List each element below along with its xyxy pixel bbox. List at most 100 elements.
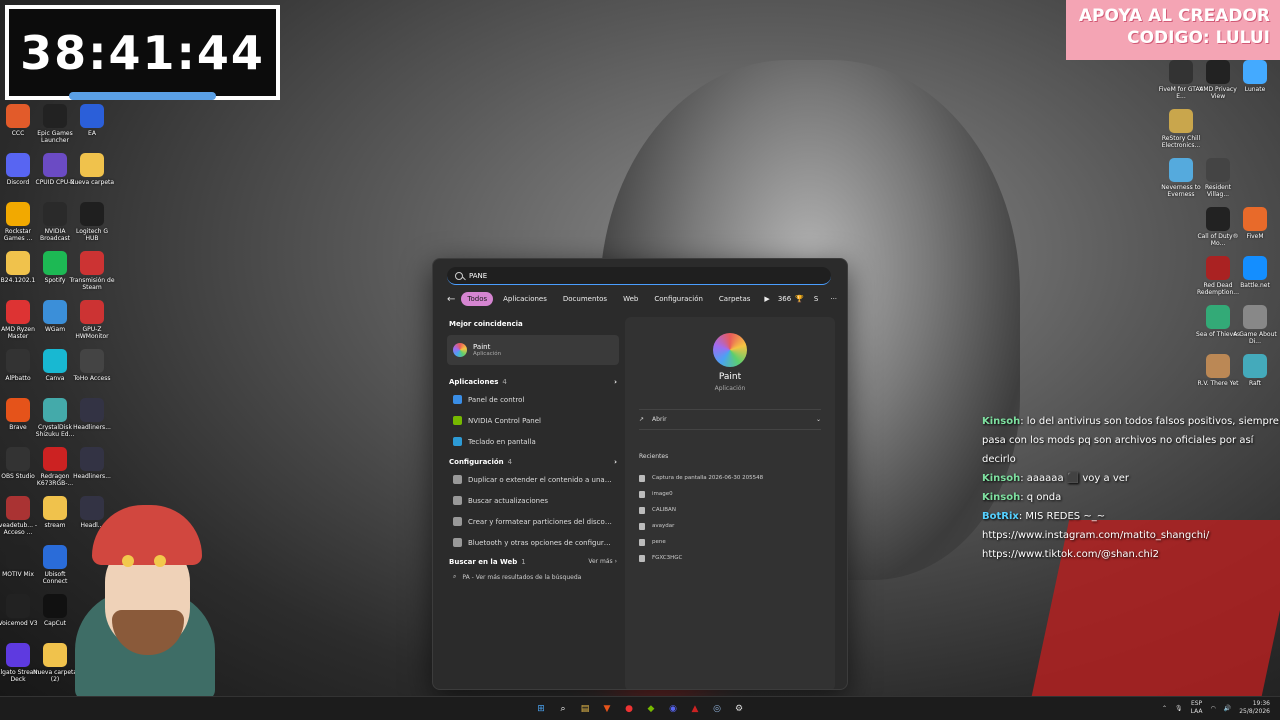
- desktop-icon[interactable]: Nueva carpeta: [69, 153, 115, 186]
- settings-icon[interactable]: ⚙: [731, 701, 747, 717]
- start-icon[interactable]: ⊞: [533, 701, 549, 717]
- desktop-icon[interactable]: Raft: [1232, 354, 1278, 387]
- desktop-icon[interactable]: GPU-Z HWMonitor: [69, 300, 115, 340]
- filter-web[interactable]: Web: [617, 292, 644, 306]
- app-icon[interactable]: ◆: [643, 701, 659, 717]
- app-icon: [1243, 207, 1267, 231]
- desktop-icon[interactable]: Lunate: [1232, 60, 1278, 93]
- app-result[interactable]: NVIDIA Control Panel: [447, 410, 619, 431]
- avatar-eye-left: [122, 555, 134, 567]
- app-icon: [43, 104, 67, 128]
- wifi-icon[interactable]: ◠: [1211, 705, 1216, 712]
- desktop-icon[interactable]: Headliners...: [69, 398, 115, 431]
- recent-file[interactable]: pene: [639, 534, 763, 550]
- account-avatar[interactable]: S: [814, 295, 818, 303]
- preview-pane: Paint Aplicación ↗ Abrir ⌄ Recientes Cap…: [625, 317, 835, 689]
- best-match-header: Mejor coincidencia: [449, 320, 523, 328]
- clock[interactable]: 19:36 25/8/2026: [1239, 700, 1270, 716]
- recent-file-name: CALIBAN: [652, 507, 676, 513]
- recent-file[interactable]: avaydar: [639, 518, 763, 534]
- web-see-more[interactable]: Ver más: [588, 558, 612, 565]
- setting-result[interactable]: Bluetooth y otras opciones de configurac…: [447, 532, 619, 553]
- app-icon: [453, 395, 462, 404]
- recent-file[interactable]: Captura de pantalla 2026-06-30 205548: [639, 470, 763, 486]
- open-button[interactable]: ↗ Abrir ⌄: [639, 409, 821, 430]
- discord-icon[interactable]: ◉: [665, 701, 681, 717]
- web-result[interactable]: ⌕ PA - Ver más resultados de la búsqueda: [447, 569, 619, 585]
- app-icon: [1169, 60, 1193, 84]
- app-icon: [453, 538, 462, 547]
- desktop-icon[interactable]: ToHo Access: [69, 349, 115, 382]
- filter-folders[interactable]: Carpetas: [713, 292, 757, 306]
- filter-all[interactable]: Todos: [461, 292, 494, 306]
- chevron-right-icon: ›: [614, 378, 617, 386]
- desktop-icon[interactable]: Logitech G HUB: [69, 202, 115, 242]
- best-match-item[interactable]: Paint Aplicación: [447, 335, 619, 365]
- desktop-icon-label: Headliners...: [73, 424, 111, 431]
- steam-icon[interactable]: ◎: [709, 701, 725, 717]
- app-icon: [43, 447, 67, 471]
- brave-icon[interactable]: ▼: [599, 701, 615, 717]
- search-icon[interactable]: ⌕: [555, 701, 571, 717]
- rewards-points[interactable]: 366: [778, 295, 791, 303]
- chevron-down-icon[interactable]: ⌄: [816, 416, 821, 423]
- apps-header[interactable]: Aplicaciones 4 ›: [447, 375, 619, 389]
- app-result-label: NVIDIA Control Panel: [468, 416, 541, 425]
- redragon-icon[interactable]: ▲: [687, 701, 703, 717]
- app-result[interactable]: Panel de control: [447, 389, 619, 410]
- desktop-icon[interactable]: EA: [69, 104, 115, 137]
- timer-text: 38:41:44: [20, 25, 265, 80]
- filter-apps[interactable]: Aplicaciones: [497, 292, 553, 306]
- search-filters: ← Todos Aplicaciones Documentos Web Conf…: [447, 291, 837, 307]
- search-input[interactable]: PANE: [447, 267, 831, 285]
- desktop-icon[interactable]: FiveM: [1232, 207, 1278, 240]
- app-icon: [6, 349, 30, 373]
- app-result[interactable]: Teclado en pantalla: [447, 431, 619, 452]
- back-arrow-icon[interactable]: ←: [447, 294, 455, 305]
- files-icon[interactable]: ▤: [577, 701, 593, 717]
- chevron-up-icon[interactable]: ⌃: [1162, 705, 1167, 712]
- play-icon[interactable]: ▶: [764, 295, 769, 303]
- app-icon: [453, 475, 462, 484]
- mic-icon[interactable]: 🎙: [1175, 705, 1183, 712]
- language-indicator[interactable]: ESP LAA: [1191, 700, 1203, 716]
- settings-header[interactable]: Configuración 4 ›: [447, 455, 619, 469]
- desktop-icon[interactable]: Resident Villag...: [1195, 158, 1241, 198]
- filter-settings[interactable]: Configuración: [648, 292, 709, 306]
- app-icon: [453, 496, 462, 505]
- volume-icon[interactable]: 🔊: [1224, 705, 1231, 712]
- record-icon[interactable]: ●: [621, 701, 637, 717]
- app-icon: [1169, 158, 1193, 182]
- app-icon: [6, 496, 30, 520]
- app-icon: [43, 594, 67, 618]
- app-icon: [80, 153, 104, 177]
- desktop-icon[interactable]: ReStory Chill Electronics...: [1158, 109, 1204, 149]
- recent-file[interactable]: image0: [639, 486, 763, 502]
- chat-message: BotRix: MIS REDES ~_~ https://www.instag…: [982, 507, 1280, 564]
- preview-title: Paint: [718, 372, 742, 382]
- desktop-icon[interactable]: A Game About Di...: [1232, 305, 1278, 345]
- desktop-icon[interactable]: Battle.net: [1232, 256, 1278, 289]
- recent-file[interactable]: FGXC3HGC: [639, 550, 763, 566]
- setting-result[interactable]: Buscar actualizaciones: [447, 490, 619, 511]
- document-icon: [639, 490, 645, 498]
- more-options-button[interactable]: ···: [830, 295, 837, 303]
- filter-documents[interactable]: Documentos: [557, 292, 613, 306]
- desktop-icon[interactable]: Transmisión de Steam: [69, 251, 115, 291]
- setting-result[interactable]: Duplicar o extender el contenido a una p…: [447, 469, 619, 490]
- web-header[interactable]: Buscar en la Web 1 Ver más ›: [447, 555, 619, 569]
- system-tray: ⌃ 🎙 ESP LAA ◠ 🔊 19:36 25/8/2026: [1162, 700, 1270, 716]
- desktop-icon[interactable]: Headliners...: [69, 447, 115, 480]
- app-icon: [453, 437, 462, 446]
- app-icon: [43, 153, 67, 177]
- setting-result[interactable]: Crear y formatear particiones del disco …: [447, 511, 619, 532]
- desktop-icon-label: Logitech G HUB: [75, 228, 109, 242]
- app-icon: [43, 349, 67, 373]
- chat-text: : aaaaaa ⬛ voy a ver: [1020, 473, 1129, 484]
- document-icon: [639, 522, 645, 530]
- setting-result-label: Crear y formatear particiones del disco …: [468, 517, 613, 526]
- recent-file-name: Captura de pantalla 2026-06-30 205548: [652, 475, 764, 481]
- best-match-title: Paint: [473, 343, 491, 351]
- recent-file[interactable]: CALIBAN: [639, 502, 763, 518]
- desktop-icon-label: FiveM: [1246, 233, 1264, 240]
